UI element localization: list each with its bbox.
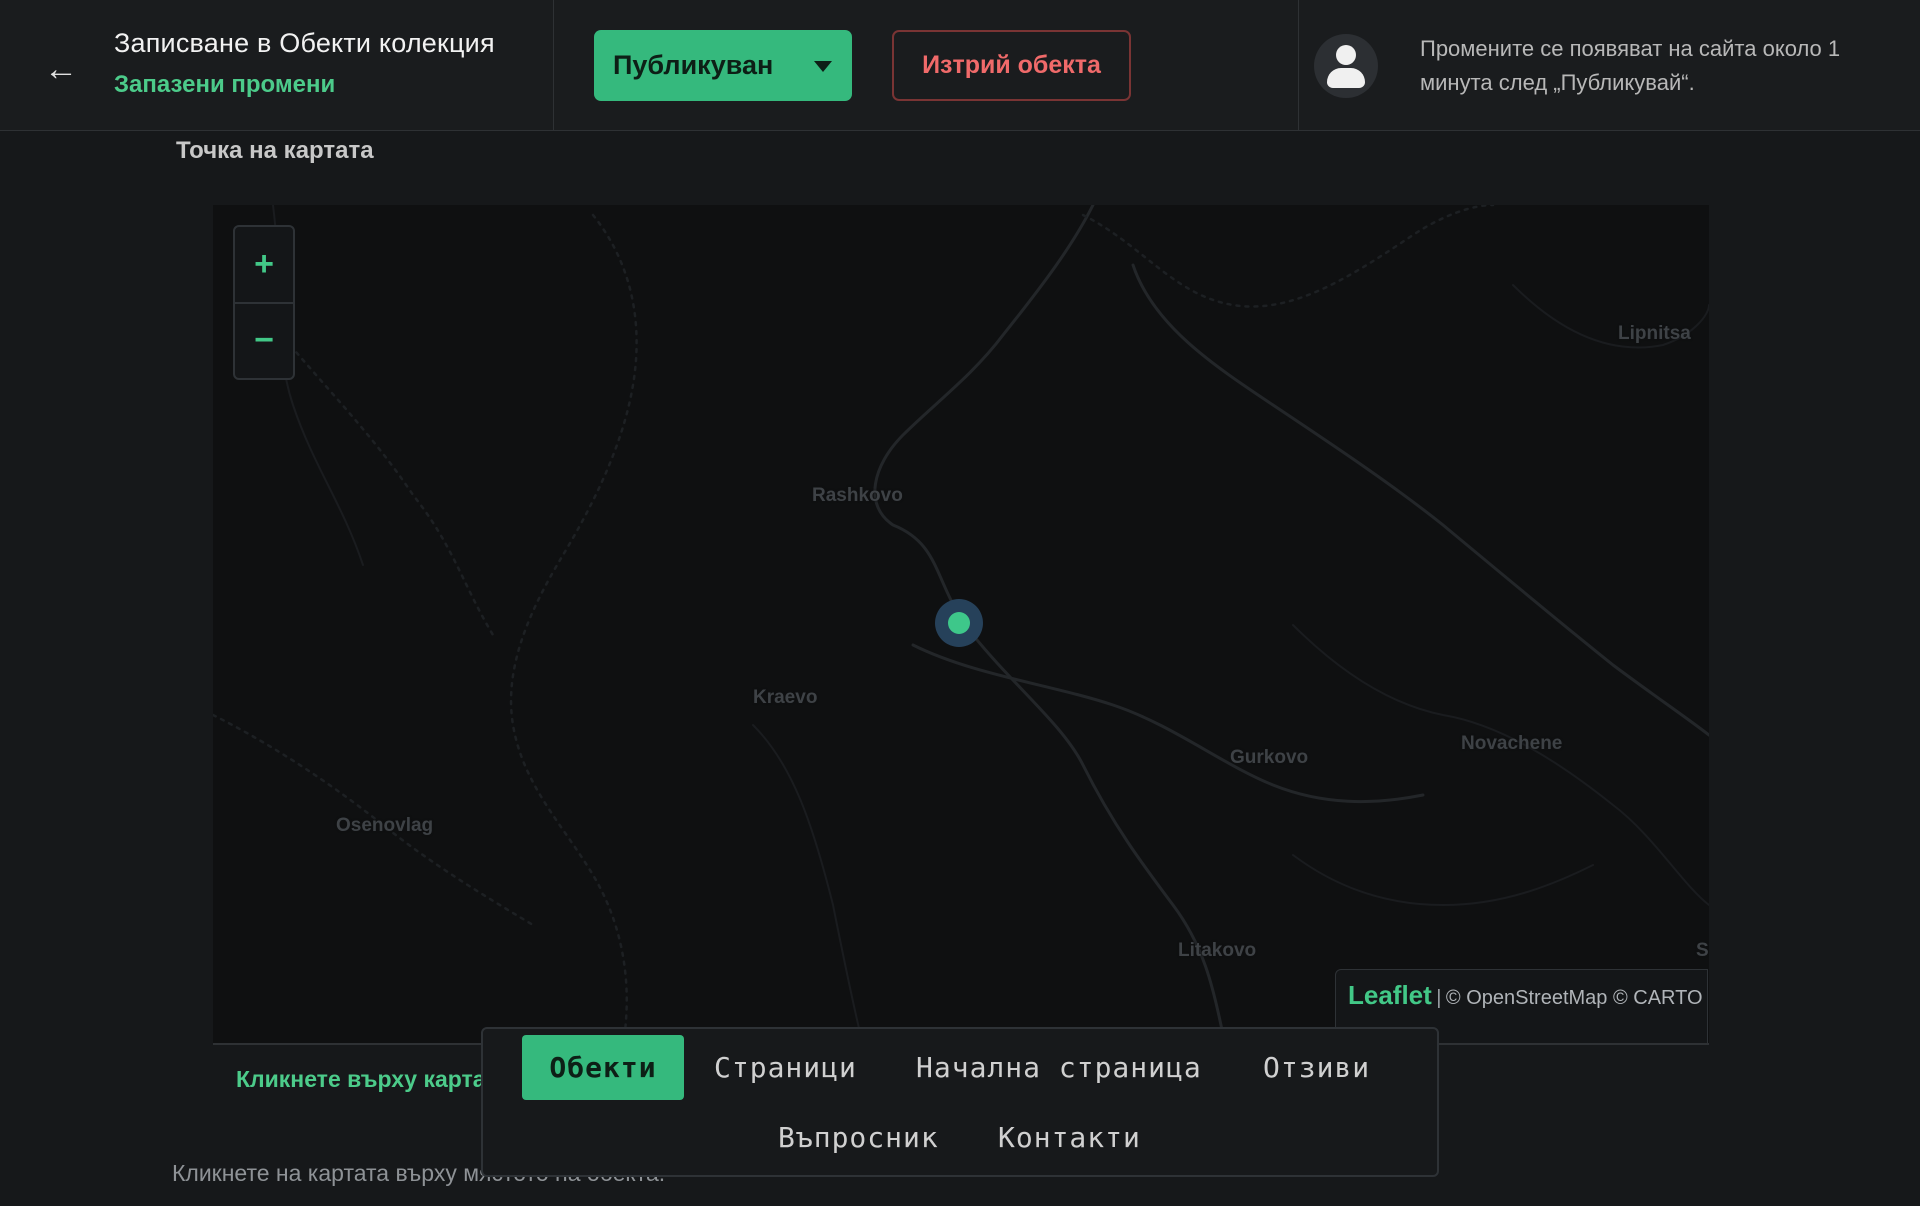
nav-item-home[interactable]: Начална страница	[916, 1051, 1202, 1084]
top-bar: ← Записване в Обекти колекция Запазени п…	[0, 0, 1920, 131]
place-label: Rashkovo	[812, 485, 903, 506]
save-status: Запазени промени	[114, 71, 336, 98]
nav-item-pages[interactable]: Страници	[714, 1051, 857, 1084]
zoom-in-button[interactable]: +	[235, 227, 293, 302]
place-label: Kraevo	[753, 687, 818, 708]
attribution-text: © OpenStreetMap © CARTO	[1445, 987, 1703, 1009]
place-label: S	[1696, 940, 1709, 961]
nav-item-contacts[interactable]: Контакти	[998, 1121, 1141, 1154]
page-title: Записване в Обекти колекция	[114, 28, 495, 58]
nav-item-reviews[interactable]: Отзиви	[1263, 1051, 1370, 1084]
nav-item-objects[interactable]: Обекти	[522, 1035, 684, 1100]
leaflet-link[interactable]: Leaflet	[1348, 980, 1432, 1010]
place-label: Novachene	[1461, 733, 1563, 754]
map-section-label: Точка на картата	[176, 137, 374, 164]
collection-nav: Обекти Страници Начална страница Отзиви …	[481, 1027, 1439, 1177]
caret-down-icon	[814, 61, 832, 72]
map[interactable]: Rashkovo Kraevo Osenovlag Gurkovo Novach…	[213, 205, 1709, 1045]
back-arrow-icon[interactable]: ←	[44, 52, 78, 86]
attribution-separator: |	[1436, 987, 1442, 1009]
nav-item-questionnaire[interactable]: Въпросник	[778, 1121, 939, 1154]
map-hint: Кликнете върху карта	[236, 1066, 486, 1092]
zoom-out-button[interactable]: −	[235, 302, 293, 377]
zoom-control: + −	[233, 225, 295, 380]
divider	[1298, 0, 1299, 131]
status-select[interactable]: Публикуван	[594, 30, 852, 101]
delete-button[interactable]: Изтрий обекта	[892, 30, 1131, 101]
publish-notice: Промените се появяват на сайта около 1 м…	[1420, 36, 1841, 95]
place-label: Lipnitsa	[1618, 323, 1691, 344]
status-select-label: Публикуван	[613, 50, 774, 80]
map-pin-icon[interactable]	[935, 599, 983, 647]
user-icon[interactable]	[1314, 34, 1378, 98]
place-label: Litakovo	[1178, 940, 1257, 961]
title-block: Записване в Обекти колекция Запазени про…	[114, 28, 495, 99]
place-label: Osenovlag	[336, 815, 434, 836]
place-label: Gurkovo	[1230, 747, 1309, 768]
divider	[553, 0, 554, 131]
